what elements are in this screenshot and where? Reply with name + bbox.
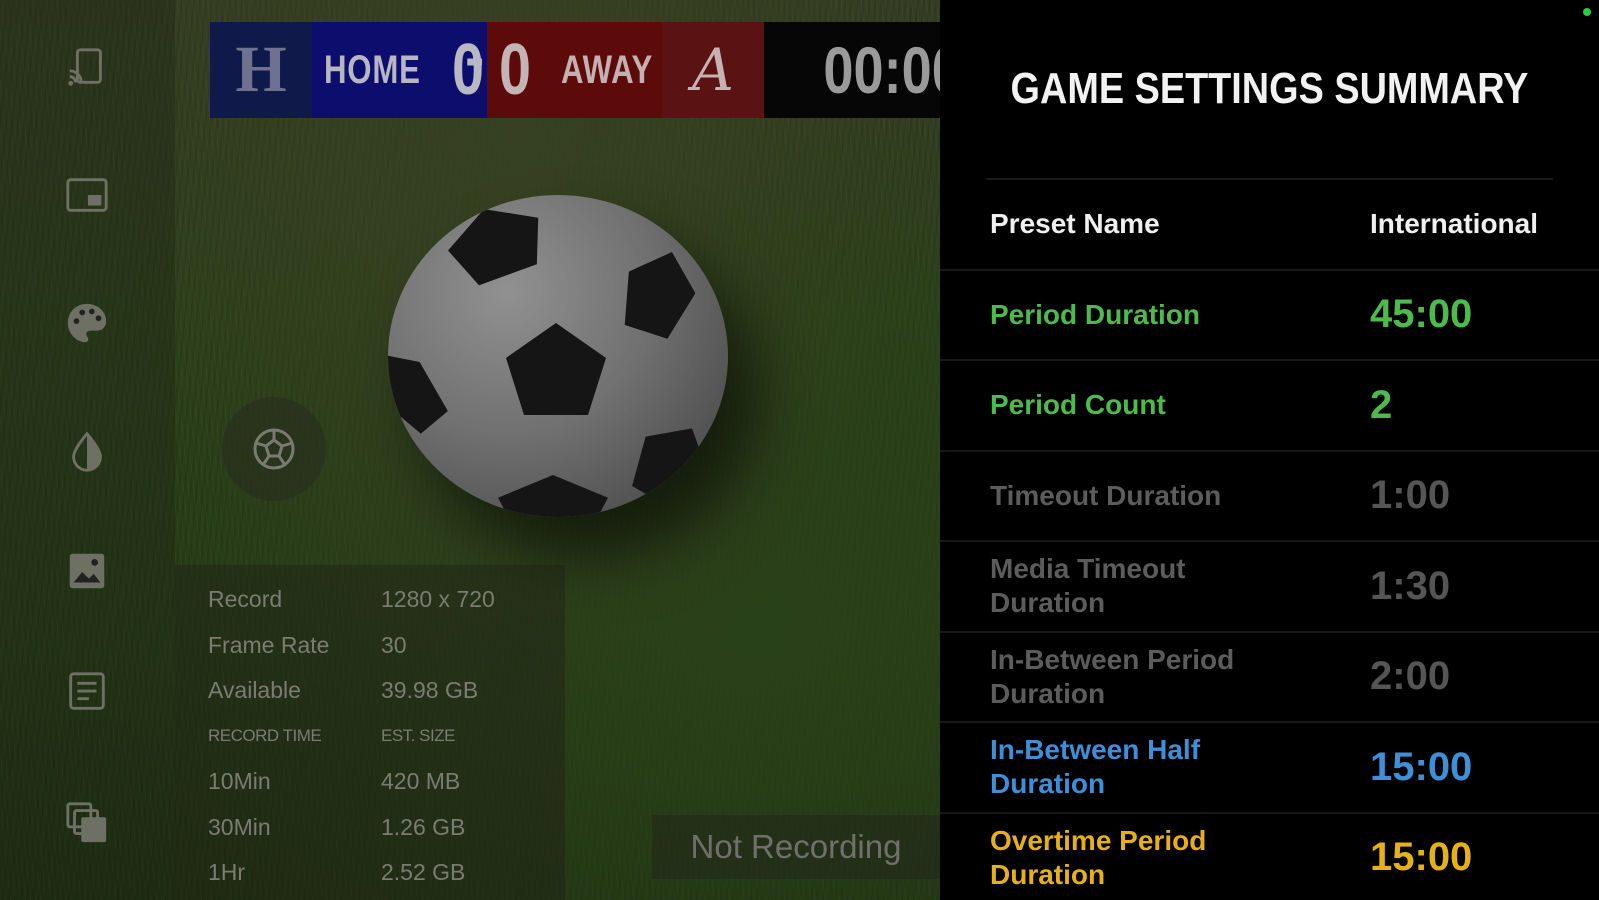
setting-value: 2:00 bbox=[1370, 654, 1451, 699]
away-team-panel: 0 AWAY bbox=[487, 22, 662, 118]
contrast-icon[interactable] bbox=[60, 424, 114, 478]
capture-button[interactable] bbox=[222, 397, 326, 501]
setting-value: 15:00 bbox=[1370, 744, 1473, 789]
available-storage-row: Available 39.98 GB bbox=[208, 677, 479, 704]
setting-value: 45:00 bbox=[1370, 292, 1473, 337]
home-team-logo: H bbox=[210, 22, 312, 118]
setting-label: In-Between Period Duration bbox=[990, 643, 1235, 709]
setting-row-media-timeout-duration[interactable]: Media Timeout Duration 1:30 bbox=[940, 542, 1599, 633]
setting-row-period-count[interactable]: Period Count 2 bbox=[940, 361, 1599, 452]
game-clock-text: 00:00 bbox=[823, 33, 940, 107]
image-icon[interactable] bbox=[60, 544, 114, 598]
away-score: 0 bbox=[499, 30, 532, 110]
cast-icon[interactable] bbox=[60, 40, 114, 94]
tool-sidebar bbox=[0, 0, 175, 900]
setting-label: Timeout Duration bbox=[990, 479, 1222, 511]
setting-row-in-between-half-duration[interactable]: In-Between Half Duration 15:00 bbox=[940, 723, 1599, 814]
away-logo-letter: A bbox=[692, 36, 734, 104]
setting-value: 1:30 bbox=[1370, 563, 1451, 608]
away-team-name: AWAY bbox=[561, 47, 654, 92]
setting-row-timeout-duration[interactable]: Timeout Duration 1:00 bbox=[940, 452, 1599, 542]
record-resolution-row: Record 1280 x 720 bbox=[208, 586, 495, 613]
setting-value: 15:00 bbox=[1370, 835, 1473, 880]
setting-label: Media Timeout Duration bbox=[990, 553, 1186, 619]
scoreboard-overlay[interactable]: H HOME 0 0 AWAY A 00:00 bbox=[210, 22, 940, 118]
setting-label: Overtime Period Duration bbox=[990, 824, 1207, 890]
palette-icon[interactable] bbox=[60, 296, 114, 350]
picture-in-picture-icon[interactable] bbox=[60, 168, 114, 222]
estimate-30min-row: 30Min 1.26 GB bbox=[208, 813, 466, 840]
setting-row-overtime-period-duration[interactable]: Overtime Period Duration 15:00 bbox=[940, 814, 1599, 900]
setting-value: 1:00 bbox=[1370, 473, 1451, 518]
status-dot bbox=[1583, 8, 1591, 16]
setting-label: Preset Name bbox=[990, 208, 1160, 240]
record-time-header-row: RECORD TIME EST. SIZE bbox=[208, 726, 455, 746]
recording-status-badge[interactable]: Not Recording bbox=[652, 815, 940, 879]
frame-rate-row: Frame Rate 30 bbox=[208, 631, 407, 658]
soccer-ball-icon bbox=[253, 428, 295, 470]
away-team-logo: A bbox=[662, 22, 764, 118]
home-team-name: HOME bbox=[324, 47, 421, 92]
setting-row-period-duration[interactable]: Period Duration 45:00 bbox=[940, 271, 1599, 361]
estimate-10min-row: 10Min 420 MB bbox=[208, 768, 461, 795]
setting-value: 2 bbox=[1370, 382, 1393, 427]
setting-row-preset-name[interactable]: Preset Name International bbox=[940, 180, 1599, 271]
home-logo-letter: H bbox=[235, 33, 287, 106]
recording-info-panel: Record 1280 x 720 Frame Rate 30 Availabl… bbox=[175, 565, 565, 900]
setting-row-in-between-period-duration[interactable]: In-Between Period Duration 2:00 bbox=[940, 633, 1599, 723]
game-settings-summary-panel: GAME SETTINGS SUMMARY Preset Name Intern… bbox=[940, 0, 1599, 900]
game-clock: 00:00 bbox=[764, 22, 940, 118]
setting-label: In-Between Half Duration bbox=[990, 734, 1201, 800]
panel-title: GAME SETTINGS SUMMARY bbox=[986, 0, 1553, 180]
setting-label: Period Duration bbox=[990, 298, 1201, 330]
score-separator: - bbox=[465, 25, 485, 90]
estimate-1hr-row: 1Hr 2.52 GB bbox=[208, 859, 466, 886]
home-team-panel: HOME 0 bbox=[312, 22, 487, 118]
layers-icon[interactable] bbox=[60, 796, 114, 850]
scoreboard-list-icon[interactable] bbox=[60, 664, 114, 718]
setting-label: Period Count bbox=[990, 389, 1166, 421]
setting-value: International bbox=[1370, 208, 1539, 240]
